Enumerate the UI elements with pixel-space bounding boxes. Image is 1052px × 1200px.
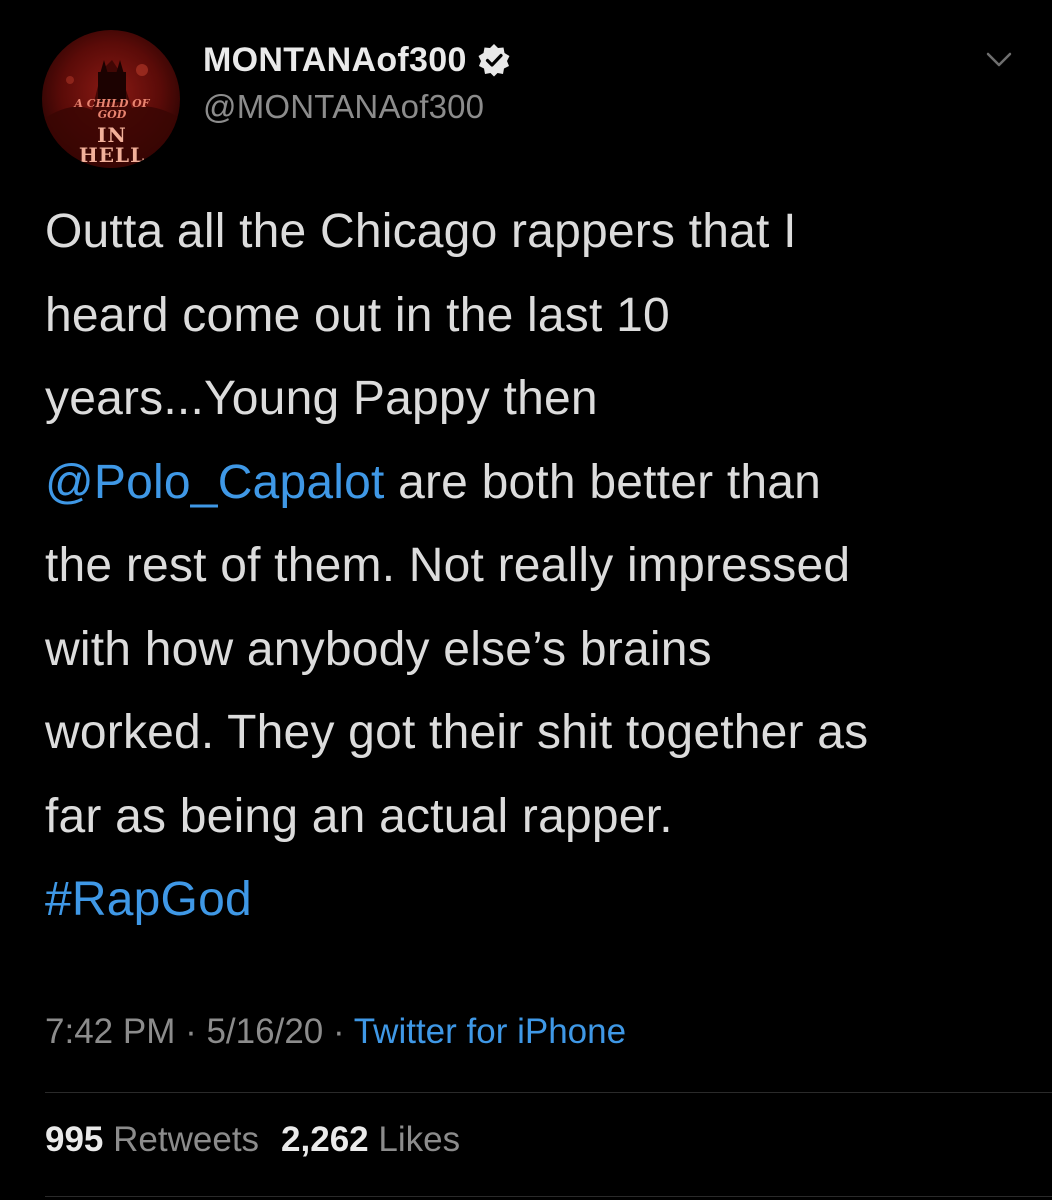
tweet-source-link[interactable]: Twitter for iPhone [354, 1012, 626, 1051]
tweet-line-text: are both better than [384, 455, 822, 509]
meta-separator: · [175, 1012, 207, 1051]
tweet-meta: 7:42 PM · 5/16/20 · Twitter for iPhone [45, 1012, 626, 1052]
likes-stat[interactable]: 2,262 Likes [281, 1120, 460, 1159]
divider [45, 1196, 1052, 1197]
avatar-wordmark-main: IN HELL [78, 123, 146, 167]
tweet-line: the rest of them. Not really impressed [45, 539, 851, 592]
hashtag-link[interactable]: #RapGod [45, 873, 252, 926]
tweet-line: years...Young Pappy then [45, 372, 598, 425]
name-row: MONTANAof300 [203, 40, 511, 80]
tweet-line: heard come out in the last 10 [45, 288, 670, 342]
mention-link[interactable]: @Polo_Capalot [45, 456, 385, 509]
tweet-line: Outta all the Chicago rappers that I [45, 205, 797, 258]
tweet-date: 5/16/20 [206, 1012, 324, 1051]
tweet-line: with how anybody else’s brains [45, 622, 712, 676]
tweet-body: Outta all the Chicago rappers that I hea… [45, 190, 1035, 942]
display-name[interactable]: MONTANAof300 [203, 41, 467, 80]
tweet-line: #RapGod [45, 858, 1035, 942]
divider [45, 1092, 1052, 1093]
tweet-header: MONTANAof300 @MONTANAof300 [203, 40, 511, 126]
tweet-line: far as being an actual rapper. [45, 789, 673, 843]
tweet-stats: 995 Retweets 2,262 Likes [45, 1120, 460, 1160]
chevron-down-icon[interactable] [986, 50, 1012, 70]
likes-label: Likes [378, 1120, 461, 1159]
tweet-line: @Polo_Capalot are both better than [45, 441, 1035, 525]
tweet-line: worked. They got their shit together as [45, 706, 869, 759]
user-handle[interactable]: @MONTANAof300 [203, 88, 511, 126]
meta-separator: · [323, 1012, 354, 1051]
avatar-wordmark: A CHILD OF GOD IN HELL [72, 98, 152, 165]
likes-count: 2,262 [281, 1120, 369, 1159]
avatar-wordmark-top: A CHILD OF GOD [74, 97, 150, 121]
retweets-count: 995 [45, 1120, 104, 1159]
retweets-label: Retweets [113, 1120, 260, 1159]
tweet-time: 7:42 PM [45, 1012, 176, 1051]
verified-badge-icon [477, 43, 511, 77]
avatar[interactable]: A CHILD OF GOD IN HELL [42, 30, 180, 168]
retweets-stat[interactable]: 995 Retweets [45, 1120, 259, 1159]
